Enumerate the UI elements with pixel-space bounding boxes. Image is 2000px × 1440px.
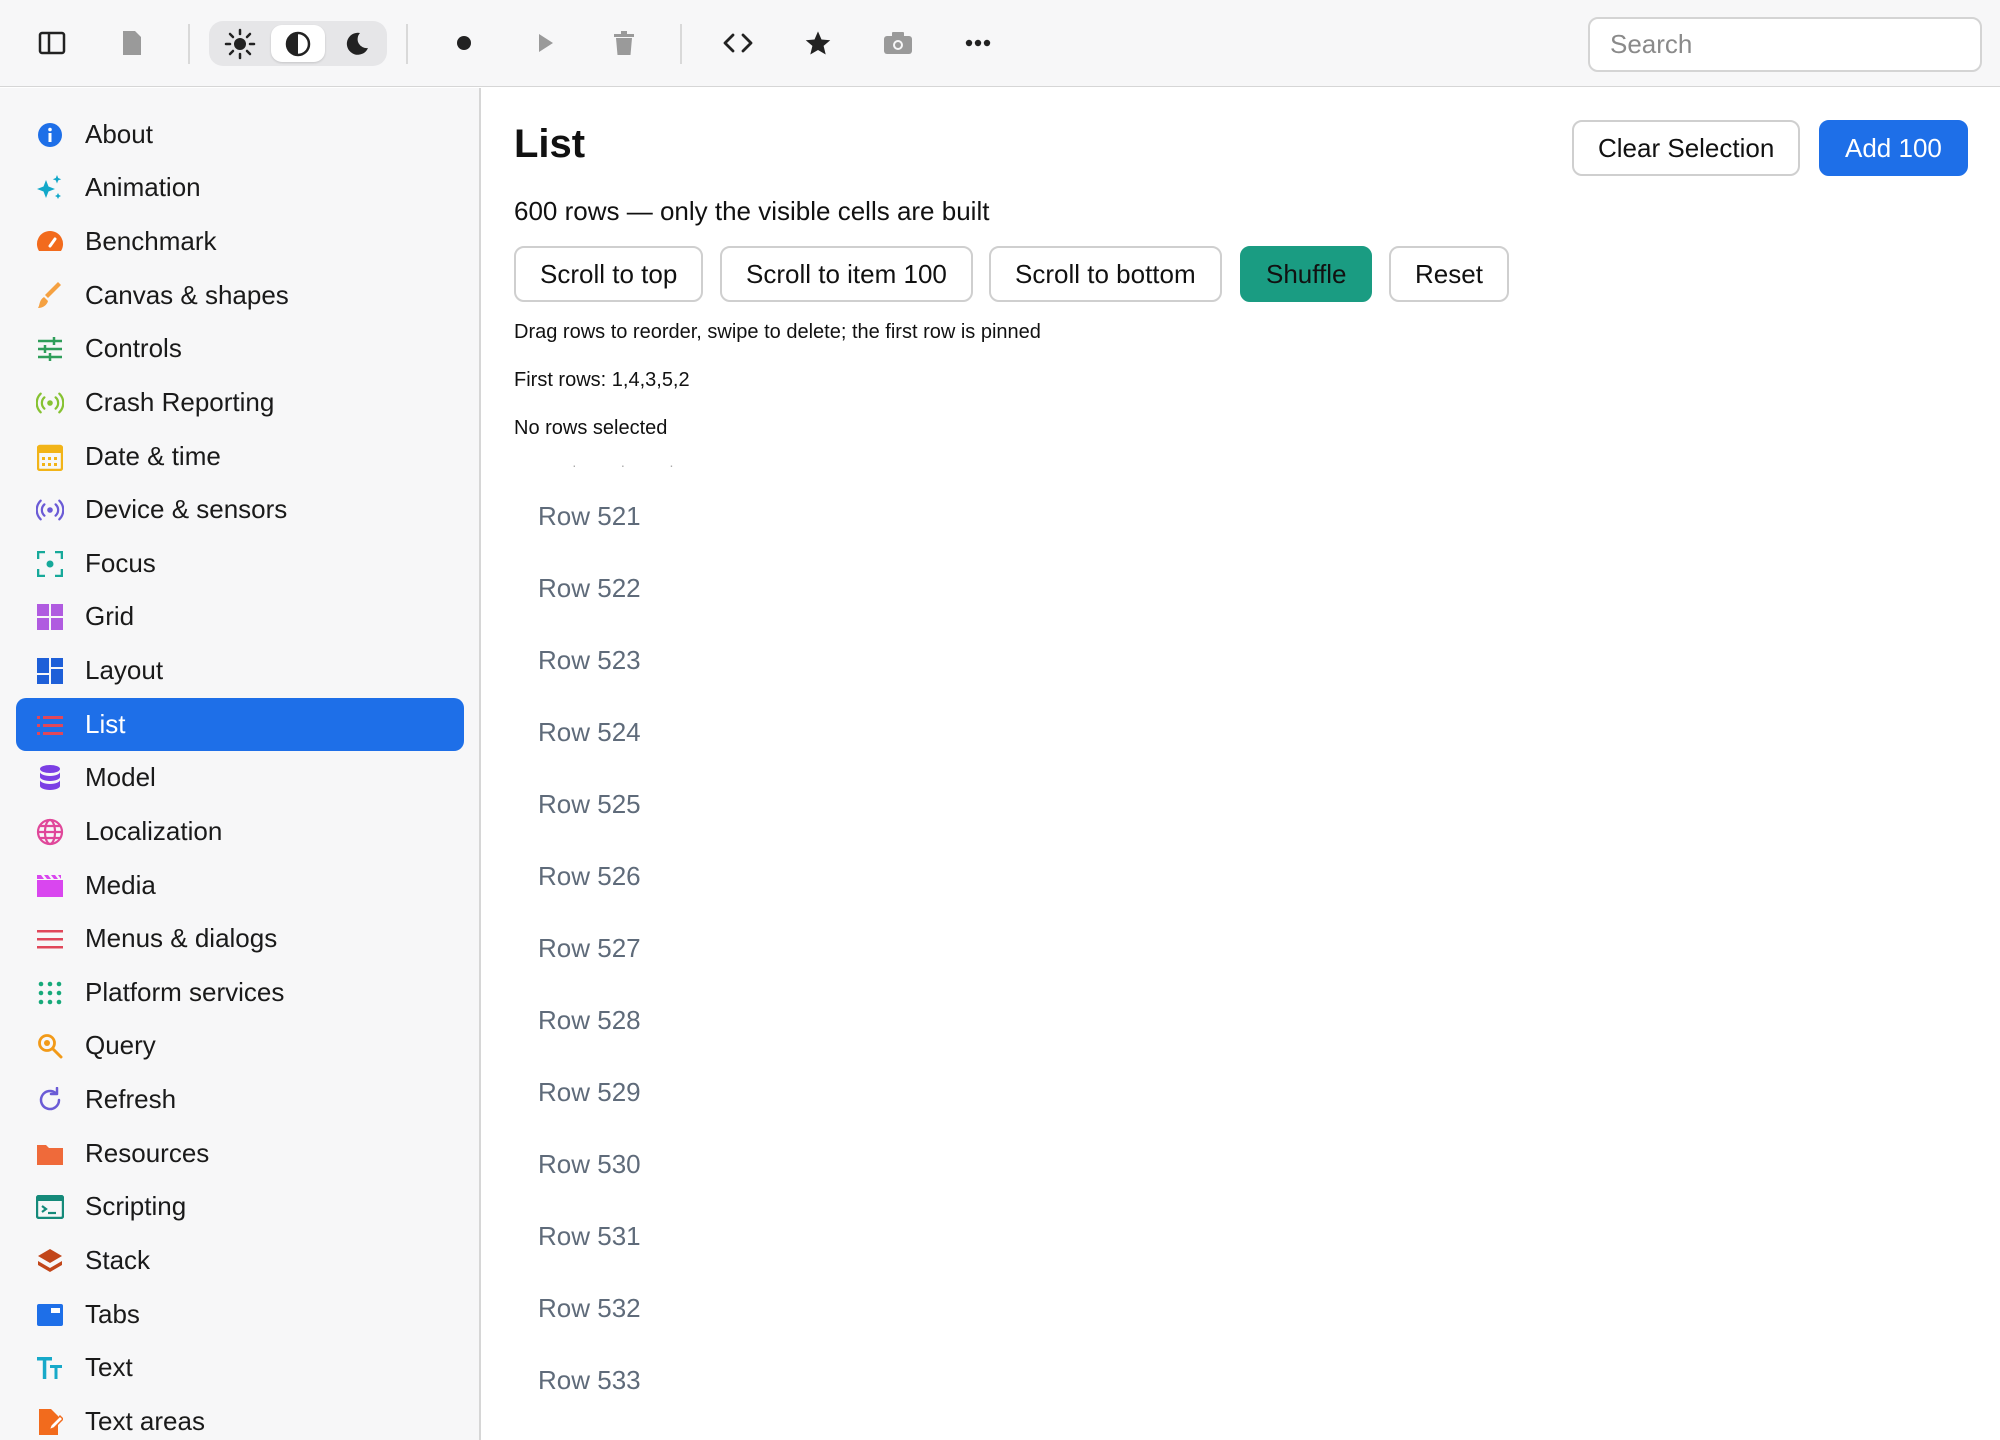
list-row[interactable]: Row 528 — [538, 1005, 641, 1045]
terminal-icon — [36, 1193, 64, 1221]
focus-icon — [36, 550, 64, 578]
info-icon — [36, 121, 64, 149]
sidebar-item-about[interactable]: About — [16, 108, 464, 161]
toolbar-divider — [188, 24, 190, 64]
reset-button[interactable]: Reset — [1389, 246, 1509, 302]
list-row[interactable]: Row 533 — [538, 1365, 641, 1405]
sidebar-item-menus-dialogs[interactable]: Menus & dialogs — [16, 912, 464, 965]
sidebar-item-benchmark[interactable]: Benchmark — [16, 215, 464, 268]
sidebar-item-grid[interactable]: Grid — [16, 590, 464, 643]
layers-icon — [36, 1247, 64, 1275]
record-icon[interactable] — [441, 20, 487, 66]
refresh-icon — [36, 1086, 64, 1114]
speedometer-icon — [36, 228, 64, 256]
contrast-icon[interactable] — [271, 25, 325, 62]
sidebar-item-canvas[interactable]: Canvas & shapes — [16, 269, 464, 322]
theme-switcher — [209, 21, 387, 66]
sidebar-item-scripting[interactable]: Scripting — [16, 1180, 464, 1233]
list-row[interactable]: Row 525 — [538, 789, 641, 829]
sidebar-item-localization[interactable]: Localization — [16, 805, 464, 858]
sidebar-item-controls[interactable]: Controls — [16, 322, 464, 375]
folder-icon — [36, 1140, 64, 1168]
list-hint: Drag rows to reorder, swipe to delete; t… — [514, 321, 1041, 343]
list-row[interactable]: Row 530 — [538, 1149, 641, 1189]
virtual-list[interactable]: · · · Row 521 Row 522 Row 523 Row 524 Ro… — [514, 463, 1974, 1440]
sidebar-item-tabs[interactable]: Tabs — [16, 1288, 464, 1341]
database-icon — [36, 764, 64, 792]
toolbar-divider — [680, 24, 682, 64]
toolbar-divider — [406, 24, 408, 64]
code-icon[interactable] — [715, 20, 761, 66]
sidebar-item-platform-services[interactable]: Platform services — [16, 966, 464, 1019]
sidebar-item-list[interactable]: List — [16, 698, 464, 751]
add-100-button[interactable]: Add 100 — [1819, 120, 1968, 176]
sidebar-item-animation[interactable]: Animation — [16, 161, 464, 214]
sidebar-item-layout[interactable]: Layout — [16, 644, 464, 697]
main-panel: List Clear Selection Add 100 600 rows — … — [483, 88, 2000, 1440]
layout-icon — [36, 657, 64, 685]
selection-status: No rows selected — [514, 417, 668, 439]
sidebar-item-device-sensors[interactable]: Device & sensors — [16, 483, 464, 536]
sidebar-item-text-areas[interactable]: Text areas — [16, 1395, 464, 1440]
clapperboard-icon — [36, 872, 64, 900]
sidebar-item-crash-reporting[interactable]: Crash Reporting — [16, 376, 464, 429]
toolbar — [0, 0, 2000, 87]
calendar-icon — [36, 443, 64, 471]
first-rows-text: First rows: 1,4,3,5,2 — [514, 369, 690, 391]
sidebar-item-text[interactable]: Text — [16, 1341, 464, 1394]
list-row[interactable]: Row 524 — [538, 717, 641, 757]
search-input[interactable] — [1588, 17, 1982, 72]
clear-selection-button[interactable]: Clear Selection — [1572, 120, 1801, 176]
partial-row-fragment: · · · — [572, 463, 694, 473]
sidebar-item-focus[interactable]: Focus — [16, 537, 464, 590]
play-icon[interactable] — [522, 20, 568, 66]
scroll-to-top-button[interactable]: Scroll to top — [514, 246, 704, 302]
sun-icon[interactable] — [213, 25, 267, 62]
list-subtitle: 600 rows — only the visible cells are bu… — [514, 196, 990, 226]
shuffle-button[interactable]: Shuffle — [1240, 246, 1373, 302]
sidebar-item-model[interactable]: Model — [16, 751, 464, 804]
sidebar-toggle-icon[interactable] — [29, 20, 75, 66]
sidebar-item-query[interactable]: Query — [16, 1019, 464, 1072]
text-icon — [36, 1354, 64, 1382]
globe-icon — [36, 818, 64, 846]
list-icon — [36, 711, 64, 739]
list-row[interactable]: Row 531 — [538, 1221, 641, 1261]
sidebar-item-stack[interactable]: Stack — [16, 1234, 464, 1287]
paintbrush-icon — [36, 282, 64, 310]
sidebar-item-date-time[interactable]: Date & time — [16, 430, 464, 483]
menu-icon — [36, 925, 64, 953]
list-row[interactable]: Row 523 — [538, 645, 641, 685]
document-icon[interactable] — [109, 20, 155, 66]
list-row[interactable]: Row 522 — [538, 573, 641, 613]
grid-icon — [36, 603, 64, 631]
page-title: List — [514, 122, 586, 166]
sidebar-item-media[interactable]: Media — [16, 859, 464, 912]
list-row[interactable]: Row 532 — [538, 1293, 641, 1333]
list-row[interactable]: Row 527 — [538, 933, 641, 973]
scroll-to-item-100-button[interactable]: Scroll to item 100 — [720, 246, 973, 302]
sliders-icon — [36, 335, 64, 363]
sidebar-item-refresh[interactable]: Refresh — [16, 1073, 464, 1126]
sparkles-icon — [36, 174, 64, 202]
list-row[interactable]: Row 521 — [538, 501, 641, 541]
sidebar-item-resources[interactable]: Resources — [16, 1127, 464, 1180]
camera-icon[interactable] — [875, 20, 921, 66]
broadcast-icon — [36, 389, 64, 417]
magnifier-icon — [36, 1032, 64, 1060]
sidebar: About Animation Benchmark Canvas & shape… — [0, 88, 481, 1440]
list-row[interactable]: Row 526 — [538, 861, 641, 901]
star-icon[interactable] — [795, 20, 841, 66]
sensor-icon — [36, 496, 64, 524]
trash-icon[interactable] — [601, 20, 647, 66]
list-row[interactable]: Row 529 — [538, 1077, 641, 1117]
scroll-to-bottom-button[interactable]: Scroll to bottom — [989, 246, 1222, 302]
more-icon[interactable] — [955, 20, 1001, 66]
tabs-icon — [36, 1301, 64, 1329]
moon-icon[interactable] — [329, 25, 383, 62]
dots-grid-icon — [36, 979, 64, 1007]
document-edit-icon — [36, 1408, 64, 1436]
